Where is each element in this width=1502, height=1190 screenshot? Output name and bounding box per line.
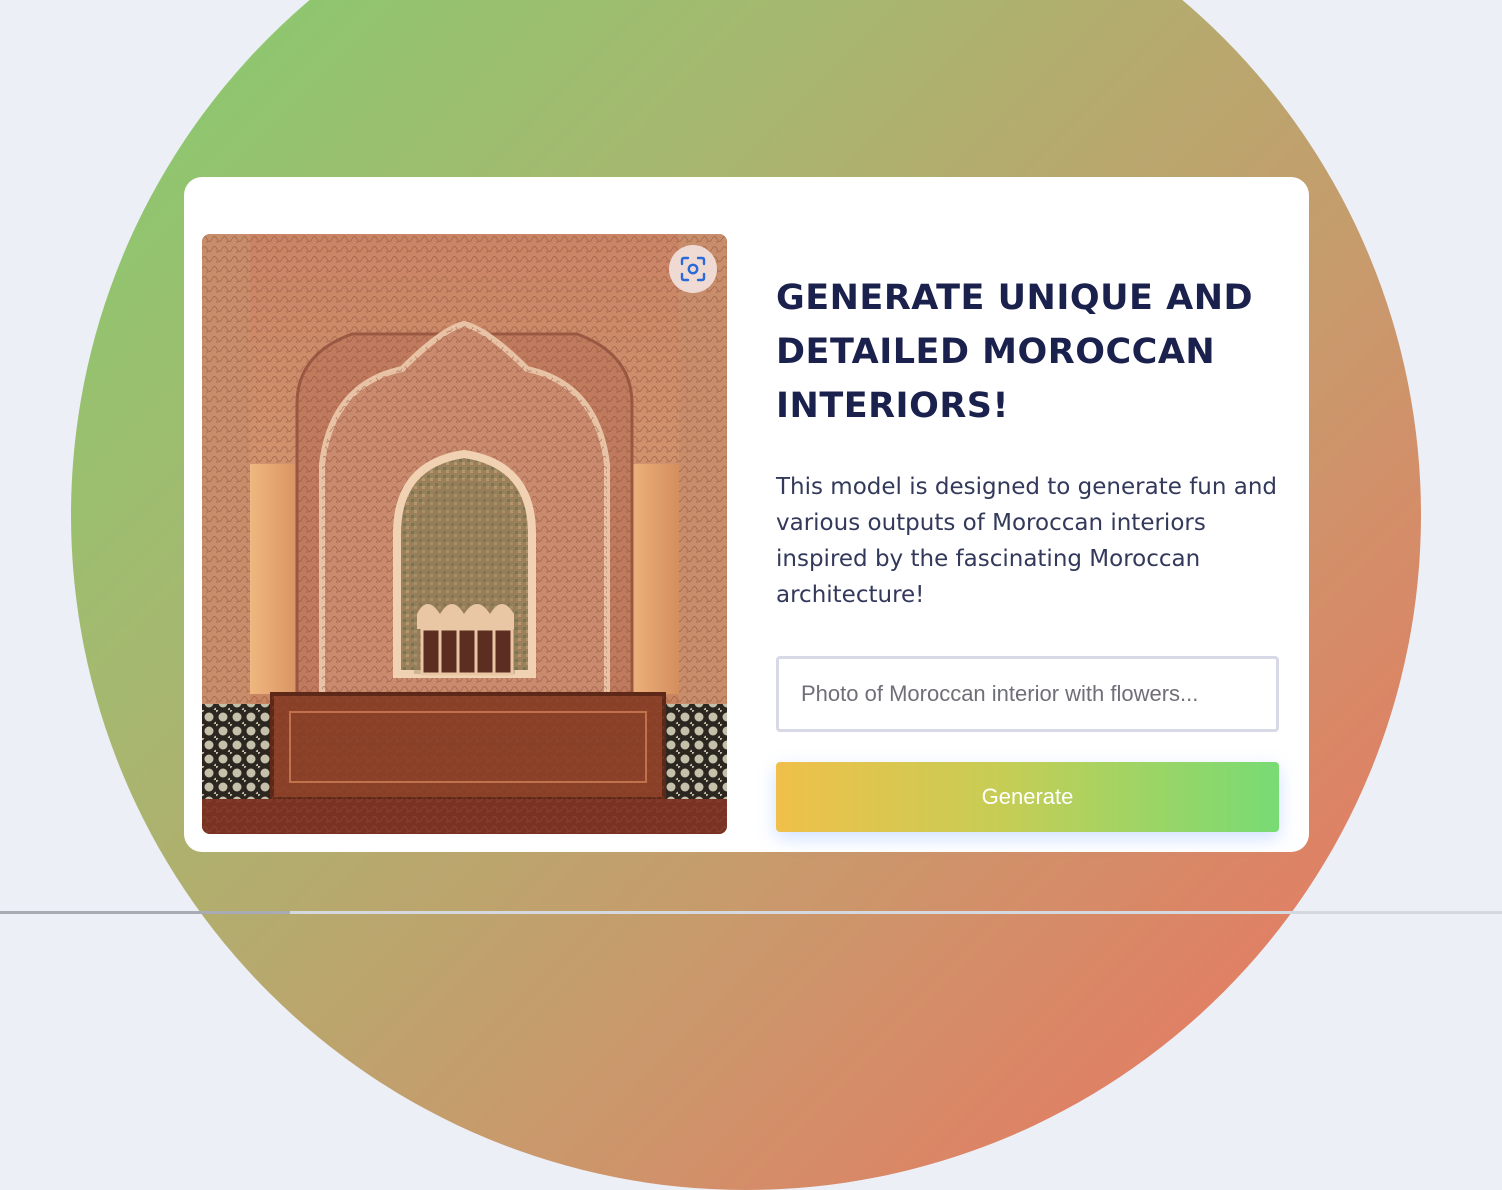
generator-card: GENERATE UNIQUE AND DETAILED MOROCCAN IN… (184, 177, 1309, 852)
moroccan-arch-illustration (202, 234, 727, 834)
visual-search-icon (680, 256, 706, 282)
generated-interior-image (202, 234, 727, 834)
prompt-input[interactable] (776, 656, 1279, 732)
model-description: This model is designed to generate fun a… (776, 474, 1278, 608)
hero-content: GENERATE UNIQUE AND DETAILED MOROCCAN IN… (776, 271, 1281, 613)
visual-search-button[interactable] (669, 245, 717, 293)
page-title: GENERATE UNIQUE AND DETAILED MOROCCAN IN… (776, 278, 1254, 426)
generate-button[interactable]: Generate (776, 762, 1279, 832)
